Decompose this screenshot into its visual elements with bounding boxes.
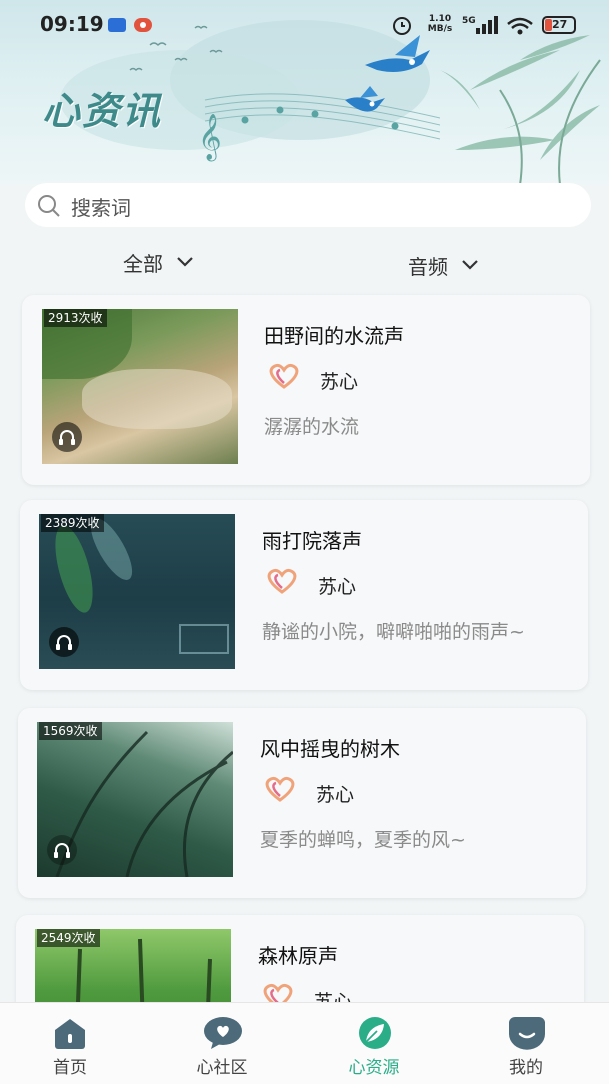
card-thumbnail: 2913次收	[42, 309, 238, 464]
collect-count: 2549次收	[37, 929, 100, 947]
card-description: 夏季的蝉鸣，夏季的风~	[260, 829, 466, 851]
net-speed-unit: MB/s	[427, 24, 453, 34]
type-filter[interactable]: 音频	[408, 251, 478, 280]
tab-resources[interactable]: 心资源	[309, 1003, 439, 1084]
chevron-down-icon	[177, 257, 193, 267]
net-speed-value: 1.10	[428, 14, 452, 24]
chevron-down-icon	[462, 260, 478, 270]
wifi-icon	[507, 17, 533, 35]
alarm-icon	[393, 17, 411, 35]
tab-home[interactable]: 首页	[5, 1003, 135, 1084]
battery-icon: 27	[542, 16, 576, 34]
search-input[interactable]: 搜索词	[71, 192, 131, 221]
collect-count: 1569次收	[39, 722, 102, 740]
page-title: 心资讯	[42, 89, 163, 133]
status-time: 09:19	[40, 12, 104, 36]
card-author: 苏心	[316, 784, 355, 806]
card-thumbnail: 1569次收	[37, 722, 233, 877]
card-title: 风中摇曳的树木	[260, 737, 400, 761]
tab-community-label: 心社区	[196, 1058, 248, 1078]
tab-resources-label: 心资源	[348, 1058, 400, 1078]
svg-text:𝄞: 𝄞	[198, 114, 222, 162]
heart-logo-icon	[269, 363, 299, 389]
tab-community[interactable]: 心社区	[157, 1003, 287, 1084]
headphone-icon[interactable]	[49, 627, 79, 657]
home-icon	[55, 1019, 85, 1049]
header-banner: 𝄞 09:19 1.10 MB/s 5G 27 心资讯	[0, 0, 609, 185]
tab-home-label: 首页	[53, 1058, 87, 1078]
collect-count: 2913次收	[44, 309, 107, 327]
card-thumbnail: 2389次收	[39, 514, 235, 669]
net-speed: 1.10 MB/s	[425, 14, 455, 34]
heart-logo-icon	[267, 568, 297, 594]
resource-card[interactable]: 2389次收 雨打院落声 苏心 静谧的小院，噼噼啪啪的雨声~	[20, 500, 588, 690]
battery-level: 27	[552, 18, 568, 31]
search-icon	[38, 195, 60, 217]
bottom-tab-bar: 首页 心社区 心资源 我的	[0, 1002, 609, 1084]
signal-bars-icon	[476, 16, 498, 34]
collect-count: 2389次收	[41, 514, 104, 532]
card-description: 静谧的小院，噼噼啪啪的雨声~	[262, 621, 525, 643]
card-title: 雨打院落声	[262, 529, 362, 553]
card-description: 潺潺的水流	[264, 416, 360, 438]
headphone-icon[interactable]	[47, 835, 77, 865]
resource-card[interactable]: 1569次收 风中摇曳的树木 苏心 夏季的蝉鸣，夏季的风~	[18, 708, 586, 898]
type-filter-label: 音频	[408, 255, 448, 279]
heart-logo-icon	[265, 776, 295, 802]
community-heart-icon	[204, 1017, 242, 1049]
card-title: 森林原声	[258, 944, 338, 968]
app-notification-icons	[108, 18, 152, 32]
card-title: 田野间的水流声	[264, 324, 404, 348]
smile-profile-icon	[509, 1016, 545, 1050]
search-bar[interactable]: 搜索词	[25, 183, 591, 227]
card-author: 苏心	[318, 576, 357, 598]
category-filter-label: 全部	[123, 252, 163, 276]
tab-profile[interactable]: 我的	[461, 1003, 591, 1084]
card-author: 苏心	[320, 371, 359, 393]
tab-profile-label: 我的	[509, 1058, 543, 1078]
leaf-resource-icon	[359, 1017, 391, 1049]
category-filter[interactable]: 全部	[123, 248, 193, 277]
resource-card[interactable]: 2913次收 田野间的水流声 苏心 潺潺的水流	[22, 295, 590, 485]
headphone-icon[interactable]	[52, 422, 82, 452]
status-bar: 09:19 1.10 MB/s 5G 27	[0, 0, 609, 50]
